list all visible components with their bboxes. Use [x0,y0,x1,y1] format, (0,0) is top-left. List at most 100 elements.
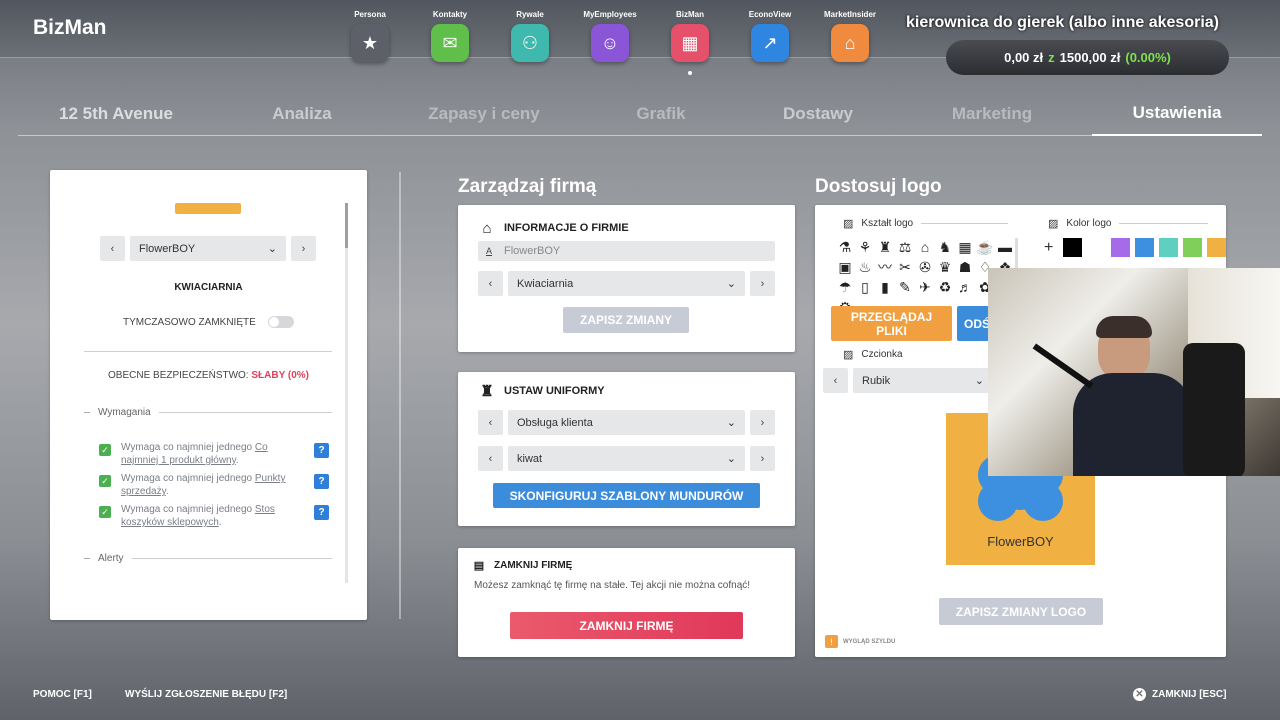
alerts-title: Alerty [98,553,124,564]
security-label: OBECNE BEZPIECZEŃSTWO: [108,370,249,381]
logo-shape-icon[interactable]: ☂ [836,278,854,296]
save-changes-button[interactable]: ZAPISZ ZMIANY [563,307,689,333]
prev-company-button[interactable]: ‹ [100,236,125,261]
uniform-role-dropdown[interactable]: Obsługa klienta ⌄ [508,410,745,435]
uniform-item-dropdown[interactable]: kiwat ⌄ [508,446,745,471]
chat-icon[interactable]: ✉ [431,24,469,62]
color-swatch-orange[interactable] [1207,238,1226,257]
requirement-item: ✓ Wymaga co najmniej jednego Stos koszyk… [99,503,329,529]
sign-icon: ! [825,635,838,648]
temp-closed-toggle[interactable] [267,316,294,328]
prev-type-button[interactable]: ‹ [478,271,503,296]
star-icon[interactable]: ★ [351,24,389,62]
color-swatch-white[interactable] [1087,238,1106,257]
store-icon[interactable]: ▦ [671,24,709,62]
prev-role-button[interactable]: ‹ [478,410,503,435]
help-button[interactable]: ? [314,505,329,520]
color-swatch-green[interactable] [1183,238,1202,257]
storefront-icon: ⌂ [482,219,492,237]
logo-shape-icon[interactable]: ⌂ [916,238,934,256]
next-item-button[interactable]: › [750,446,775,471]
close-esc-label: ZAMKNIJ [ESC] [1152,689,1227,700]
logo-shape-icon[interactable]: ✂ [896,258,914,276]
help-button[interactable]: ? [314,474,329,489]
next-type-button[interactable]: › [750,271,775,296]
color-swatch-teal[interactable] [1159,238,1178,257]
tab-ustawienia[interactable]: Ustawienia [1092,92,1262,136]
scrollbar-track[interactable] [345,203,348,583]
app-myemployees[interactable]: MyEmployees ☺ [570,10,650,75]
logo-shape-icon[interactable]: ✇ [916,258,934,276]
tab-zapasy[interactable]: Zapasy i ceny [390,92,578,136]
section-tabs: 12 5th Avenue Analiza Zapasy i ceny Graf… [18,92,1262,136]
id-badge-icon[interactable]: ☺ [591,24,629,62]
people-icon[interactable]: ⚇ [511,24,549,62]
configure-uniforms-button[interactable]: SKONFIGURUJ SZABLONY MUNDURÓW [493,483,760,508]
app-marketinsider[interactable]: MarketInsider ⌂ [810,10,890,75]
uniform-item-selector: ‹ kiwat ⌄ › [478,446,775,471]
logo-shape-icon[interactable]: ▣ [836,258,854,276]
logo-shape-icon[interactable]: ♞ [936,238,954,256]
logo-shape-icon[interactable]: ⚘ [856,238,874,256]
temp-closed-row: TYMCZASOWO ZAMKNIĘTE [123,316,294,328]
save-logo-button[interactable]: ZAPISZ ZMIANY LOGO [939,598,1103,625]
font-dropdown[interactable]: Rubik ⌄ [853,368,993,393]
browse-files-button[interactable]: PRZEGLĄDAJ PLIKI [831,306,952,341]
text-icon: A [486,246,493,256]
logo-shape-icon[interactable]: ♬ [956,278,974,296]
company-name-input[interactable]: A FlowerBOY [478,241,775,261]
tab-dostawy[interactable]: Dostawy [744,92,892,136]
color-swatch-purple[interactable] [1111,238,1130,257]
requirements-header: Wymagania [84,407,332,418]
logo-shape-icon[interactable]: ▮ [876,278,894,296]
add-color-icon[interactable]: + [1044,239,1058,257]
company-type-dropdown[interactable]: Kwiaciarnia ⌄ [508,271,745,296]
shirt-icon: ♜ [480,383,494,400]
logo-shape-icon[interactable]: ✎ [896,278,914,296]
tab-marketing[interactable]: Marketing [892,92,1092,136]
logo-shape-icon[interactable]: 〰 [876,258,894,276]
close-company-button[interactable]: ZAMKNIJ FIRMĘ [510,612,743,639]
logo-shape-icon[interactable]: ✈ [916,278,934,296]
tab-grafik[interactable]: Grafik [578,92,744,136]
prev-font-button[interactable]: ‹ [823,368,848,393]
company-dropdown[interactable]: FlowerBOY ⌄ [130,236,286,261]
logo-shape-icon[interactable]: ▬ [996,238,1014,256]
tab-analiza[interactable]: Analiza [214,92,390,136]
logo-shape-icon[interactable]: ☗ [956,258,974,276]
app-kontakty[interactable]: Kontakty ✉ [410,10,490,75]
prev-item-button[interactable]: ‹ [478,446,503,471]
help-button[interactable]: ? [314,443,329,458]
help-link[interactable]: POMOC [F1] [33,689,92,700]
report-bug-link[interactable]: WYŚLIJ ZGŁOSZENIE BŁĘDU [F2] [125,689,287,700]
logo-shape-icon[interactable]: ♻ [936,278,954,296]
balance-percent: (0.00%) [1125,50,1171,65]
business-type: KWIACIARNIA [174,282,243,293]
next-role-button[interactable]: › [750,410,775,435]
logo-shape-icon[interactable]: ♨ [856,258,874,276]
shape-grid: ⚗⚘♜⚖⌂♞▦☕▬▣♨〰✂✇♛☗♢❖☂▯▮✎✈♻♬✿♣⚙ [836,238,1012,316]
company-dropdown-value: FlowerBOY [139,242,196,255]
logo-shape-icon[interactable]: ⚗ [836,238,854,256]
logo-shape-icon[interactable]: ▯ [856,278,874,296]
requirements-list: ✓ Wymaga co najmniej jednego Co najmniej… [99,441,329,529]
scrollbar-thumb[interactable] [345,203,348,248]
color-swatch-blue[interactable] [1135,238,1154,257]
app-rywale[interactable]: Rywale ⚇ [490,10,570,75]
tab-business[interactable]: 12 5th Avenue [18,92,214,136]
logo-shape-icon[interactable]: ♜ [876,238,894,256]
close-esc-button[interactable]: ✕ ZAMKNIJ [ESC] [1133,688,1226,701]
logo-shape-icon[interactable]: ♛ [936,258,954,276]
logo-shape-icon[interactable]: ☕ [976,238,994,256]
logo-shape-icon[interactable]: ⚖ [896,238,914,256]
check-icon: ✓ [99,506,111,518]
house-icon[interactable]: ⌂ [831,24,869,62]
app-econoview[interactable]: EconoView ↗ [730,10,810,75]
trend-chart-icon[interactable]: ↗ [751,24,789,62]
color-swatch-black[interactable] [1063,238,1082,257]
next-company-button[interactable]: › [291,236,316,261]
app-bizman[interactable]: BizMan ▦ [650,10,730,75]
close-company-card: ▤ ZAMKNIJ FIRMĘ Możesz zamknąć tę firmę … [458,548,795,657]
logo-shape-icon[interactable]: ▦ [956,238,974,256]
app-persona[interactable]: Persona ★ [330,10,410,75]
